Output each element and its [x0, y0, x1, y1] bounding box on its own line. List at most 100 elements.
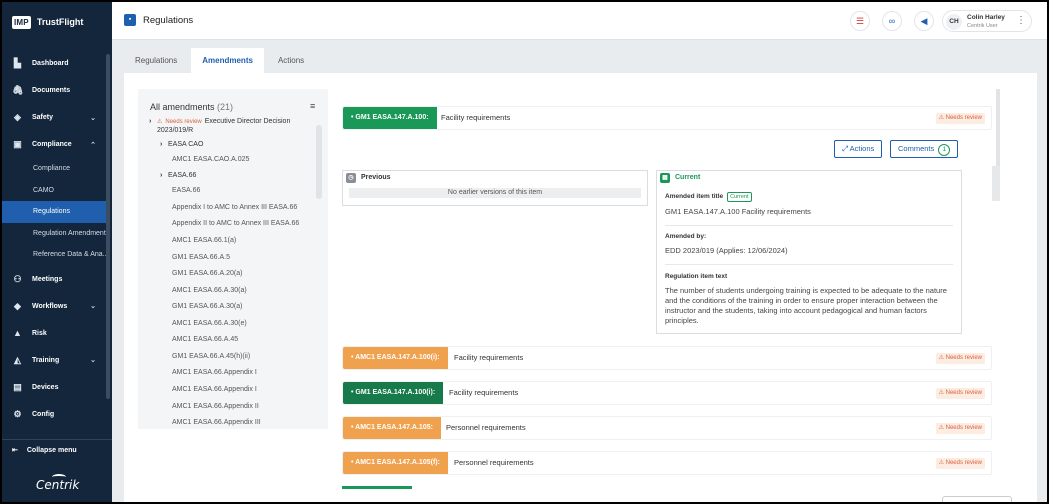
sort-icon[interactable]: ≡ [310, 101, 315, 111]
list-item[interactable]: AMC1 EASA.66.Appendix III [172, 419, 261, 426]
previous-empty-message: No earlier versions of this item [349, 188, 641, 198]
user-role: Centrik User [967, 23, 998, 29]
comments-button[interactable]: Comments 1 [890, 140, 959, 158]
amended-by-label: Amended by: [665, 233, 707, 240]
sidebar-item-workflows[interactable]: ◆ Workflows ⌄ [2, 293, 106, 320]
expand-icon: ⤢ [842, 144, 848, 153]
amended-title-value: GM1 EASA.147.A.100 Facility requirements [665, 207, 811, 216]
current-box: ▦ Current Amended item title Current GM1 … [656, 170, 962, 334]
sidebar-item-label: Documents [32, 87, 71, 94]
graduation-cap-icon: ◭ [14, 354, 21, 365]
list-item[interactable]: AMC1 EASA.66.Appendix II [172, 403, 259, 410]
tabs: Regulations Amendments Actions [124, 48, 318, 73]
list-item[interactable]: AMC1 EASA.66.A.30(e) [172, 320, 247, 327]
current-title: Current [675, 174, 701, 181]
user-menu[interactable]: CH Colin Harley Centrik User ⋮ [942, 10, 1032, 32]
amendment-tag: • GM1 EASA.147.A.100(i): [343, 382, 444, 404]
list-item[interactable]: AMC1 EASA.66.A.45 [172, 336, 238, 343]
detail-scrollbar-thumb[interactable] [992, 166, 1000, 201]
megaphone-icon[interactable]: ◀ [914, 11, 934, 31]
avatar: CH [946, 14, 962, 30]
amendment-detail-panel: • GM1 EASA.147.A.100: Facility requireme… [342, 89, 1012, 502]
collapse-label: Collapse menu [26, 446, 77, 454]
sidebar-item-safety[interactable]: ◈ Safety ⌄ [2, 104, 106, 131]
status-badge: ⚠ Needs review [935, 423, 985, 434]
sidebar-subitem-regulation-amendments[interactable]: Regulation Amendments [2, 223, 106, 245]
divider [665, 264, 953, 265]
amendment-tag: • AMC1 EASA.147.A.105(f): [343, 452, 448, 474]
amendment-tag: • AMC1 EASA.147.A.105: [343, 417, 441, 439]
list-item[interactable]: GM1 EASA.66.A.30(a) [172, 303, 242, 310]
sidebar-subitem-camo[interactable]: CAMO [2, 180, 106, 202]
list-item[interactable]: AMC1 EASA.66.A.30(a) [172, 287, 247, 294]
list-item[interactable]: Appendix I to AMC to Annex III EASA.66 [172, 204, 297, 211]
list-item[interactable]: › EASA.66 [160, 172, 196, 179]
sidebar-item-devices[interactable]: ▤ Devices [2, 374, 106, 401]
status-badge: ⚠ Needs review [935, 113, 985, 124]
list-item[interactable]: EASA.66 [172, 187, 200, 194]
list-item[interactable]: GM1 EASA.66.A.20(a) [172, 270, 242, 277]
sidebar-item-meetings[interactable]: ⚇ Meetings [2, 266, 106, 293]
sidebar-scrollbar[interactable] [106, 54, 110, 399]
amendment-desc: Facility requirements [449, 388, 519, 397]
warning-icon: ⚠ [157, 119, 163, 125]
sidebar-item-label: Risk [32, 329, 47, 337]
list-item[interactable]: › EASA CAO [160, 141, 203, 148]
sidebar-item-dashboard[interactable]: ▙ Dashboard [2, 50, 106, 77]
content-card: All amendments (21) ≡ › ⚠ Needs review Exec… [124, 73, 1037, 502]
list-item[interactable]: GM1 EASA.66.A.45(h)(ii) [172, 353, 250, 360]
collapse-menu-button[interactable]: ⇤ Collapse menu [12, 446, 77, 455]
list-item[interactable]: › ⚠ Needs review Executive Director Decisio… [149, 118, 290, 125]
chevron-right-icon: › [160, 172, 163, 179]
link-icon[interactable]: ∞ [882, 11, 902, 31]
brand[interactable]: IMP TrustFlight [2, 2, 112, 42]
amendment-row[interactable]: • GM1 EASA.147.A.100(i): Facility requir… [342, 381, 992, 405]
chevron-right-icon: › [160, 141, 163, 148]
detail-scrollbar[interactable] [996, 89, 1000, 169]
sidebar-subitem-reference-data[interactable]: Reference Data & Ana... [2, 244, 106, 266]
kebab-menu-icon[interactable]: ⋮ [1016, 15, 1026, 26]
list-item[interactable]: AMC1 EASA.66.Appendix I [172, 386, 257, 393]
sidebar-subitem-compliance[interactable]: Compliance [2, 158, 106, 180]
sidebar-nav: ▙ Dashboard 🖇 Documents ◈ Safety ⌄ ▣ Com… [2, 50, 106, 428]
centrik-logo: Centrik [36, 478, 80, 492]
sidebar-item-label: Dashboard [32, 60, 69, 67]
chevron-down-icon: ⌄ [90, 114, 96, 122]
amendment-row[interactable]: • AMC1 EASA.147.A.100(i): Facility requi… [342, 346, 992, 370]
list-item[interactable]: GM1 EASA.66.A.5 [172, 254, 230, 261]
sidebar-divider [2, 439, 112, 440]
sidebar-item-label: Training [32, 356, 60, 364]
chevron-right-icon: › [149, 118, 152, 125]
list-item[interactable]: AMC1 EASA.66.1(a) [172, 237, 236, 244]
collapse-icon: ⇤ [12, 447, 18, 454]
list-item[interactable]: Appendix II to AMC to Annex III EASA.66 [172, 220, 299, 227]
list-item[interactable]: AMC1 EASA.66.Appendix I [172, 369, 257, 376]
sidebar-item-documents[interactable]: 🖇 Documents [2, 77, 106, 104]
status-badge: ⚠ Needs review [935, 458, 985, 469]
footer-button[interactable] [942, 496, 1012, 502]
tab-amendments[interactable]: Amendments [191, 48, 264, 73]
sidebar-subitem-regulations[interactable]: Regulations [2, 201, 106, 223]
regulation-text-label: Regulation item text [665, 273, 728, 280]
actions-button[interactable]: ⤢ Actions [834, 140, 883, 158]
clock-icon: ◷ [346, 173, 356, 183]
list-scrollbar[interactable] [316, 125, 322, 199]
amendment-row-selected[interactable]: • GM1 EASA.147.A.100: Facility requireme… [342, 106, 992, 130]
list-item[interactable]: AMC1 EASA.CAO.A.025 [172, 156, 249, 163]
calendar-icon: ▦ [660, 173, 670, 183]
sidebar-item-training[interactable]: ◭ Training ⌄ [2, 347, 106, 374]
sidebar-item-label: Config [32, 410, 55, 418]
status-badge: Needs review [165, 119, 202, 125]
tab-actions[interactable]: Actions [267, 48, 315, 73]
amendment-row[interactable]: • AMC1 EASA.147.A.105: Personnel require… [342, 416, 992, 440]
list-item[interactable]: 2023/019/R [157, 127, 193, 134]
stack-icon[interactable]: ☰ [850, 11, 870, 31]
divider [665, 225, 953, 226]
sidebar-item-risk[interactable]: ▲ Risk [2, 320, 106, 347]
sidebar-item-config[interactable]: ⚙ Config [2, 401, 106, 428]
paperclip-icon: 🖇 [12, 85, 24, 95]
previous-title: Previous [361, 174, 391, 181]
tab-regulations[interactable]: Regulations [124, 48, 188, 73]
sidebar-item-compliance[interactable]: ▣ Compliance ⌃ [2, 131, 106, 158]
amendment-row[interactable]: • AMC1 EASA.147.A.105(f): Personnel requ… [342, 451, 992, 475]
